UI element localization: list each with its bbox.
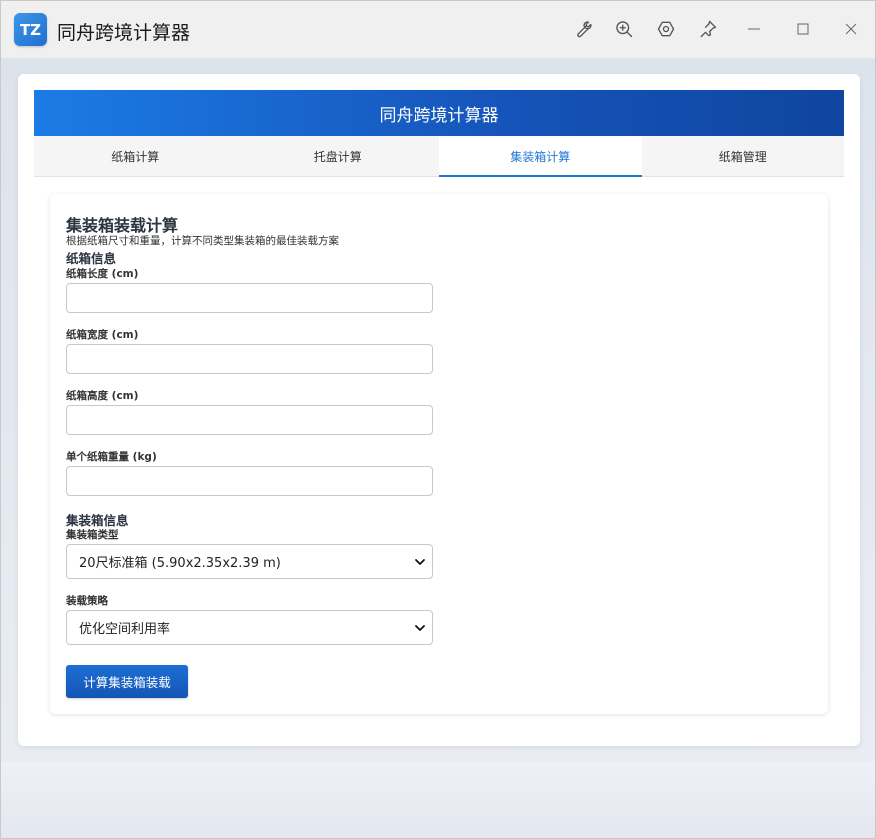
- carton-width-input[interactable]: [66, 344, 433, 374]
- tab-carton-manage[interactable]: 纸箱管理: [642, 136, 845, 176]
- carton-height-label: 纸箱高度 (cm): [66, 390, 139, 402]
- minimize-icon[interactable]: [742, 17, 766, 41]
- carton-length-label: 纸箱长度 (cm): [66, 268, 139, 280]
- container-type-label: 集装箱类型: [66, 529, 119, 541]
- wrench-icon[interactable]: [570, 17, 594, 41]
- carton-width-label: 纸箱宽度 (cm): [66, 329, 139, 341]
- tab-bar: 纸箱计算 托盘计算 集装箱计算 纸箱管理: [34, 136, 844, 177]
- carton-length-input[interactable]: [66, 283, 433, 313]
- zoom-in-icon[interactable]: [612, 17, 636, 41]
- app-window: TZ 同舟跨境计算器 同舟跨境计算器 纸箱计算 托盘计算 集装箱计算 纸箱管理 …: [0, 0, 876, 839]
- container-type-value: 20尺标准箱 (5.90x2.35x2.39 m): [79, 556, 281, 571]
- chevron-down-icon: [415, 559, 425, 565]
- card-subtitle: 根据纸箱尺寸和重量，计算不同类型集装箱的最佳装载方案: [66, 235, 339, 247]
- chevron-down-icon: [415, 625, 425, 631]
- calculate-container-button[interactable]: 计算集装箱装载: [66, 665, 188, 698]
- carton-weight-label: 单个纸箱重量 (kg): [66, 451, 157, 463]
- lower-background: [1, 762, 875, 838]
- tab-pallet-calc[interactable]: 托盘计算: [237, 136, 440, 176]
- loading-strategy-value: 优化空间利用率: [79, 622, 171, 637]
- main-panel: 同舟跨境计算器 纸箱计算 托盘计算 集装箱计算 纸箱管理 集装箱装载计算 根据纸…: [18, 74, 860, 746]
- close-icon[interactable]: [839, 17, 863, 41]
- container-calc-card: 集装箱装载计算 根据纸箱尺寸和重量，计算不同类型集装箱的最佳装载方案 纸箱信息 …: [50, 194, 828, 714]
- settings-icon[interactable]: [654, 17, 678, 41]
- tab-carton-calc[interactable]: 纸箱计算: [34, 136, 237, 176]
- pin-icon[interactable]: [696, 17, 720, 41]
- carton-section-title: 纸箱信息: [66, 251, 117, 266]
- title-bar: TZ 同舟跨境计算器: [1, 1, 875, 58]
- loading-strategy-select[interactable]: 优化空间利用率: [66, 610, 433, 645]
- maximize-icon[interactable]: [791, 17, 815, 41]
- app-logo: TZ: [14, 13, 47, 46]
- window-title: 同舟跨境计算器: [57, 22, 191, 44]
- carton-weight-input[interactable]: [66, 466, 433, 496]
- tab-container-calc[interactable]: 集装箱计算: [439, 136, 642, 177]
- carton-height-input[interactable]: [66, 405, 433, 435]
- container-type-select[interactable]: 20尺标准箱 (5.90x2.35x2.39 m): [66, 544, 433, 579]
- loading-strategy-label: 装载策略: [66, 595, 108, 607]
- header-banner: 同舟跨境计算器: [34, 90, 844, 136]
- header-title: 同舟跨境计算器: [379, 105, 499, 126]
